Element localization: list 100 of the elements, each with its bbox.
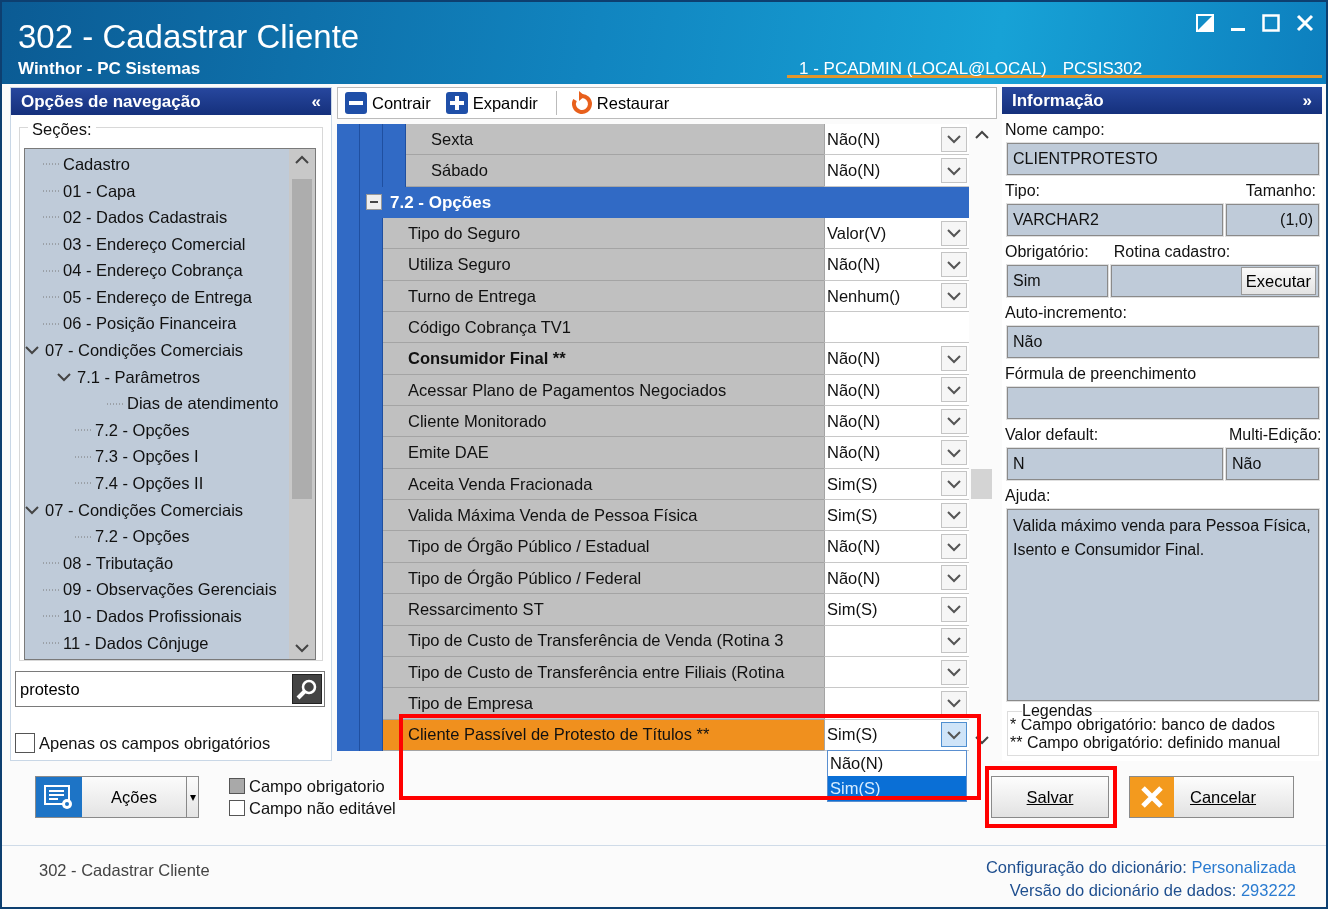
dropdown-button[interactable]	[941, 596, 967, 622]
dropdown-button[interactable]	[941, 502, 967, 528]
property-label[interactable]: Emite DAE	[383, 437, 824, 469]
theme-icon[interactable]	[1196, 14, 1214, 32]
dropdown-button[interactable]	[941, 534, 967, 560]
property-label[interactable]: Acessar Plano de Pagamentos Negociados	[383, 374, 824, 407]
property-label[interactable]: Turno de Entrega	[383, 280, 824, 313]
tree-item[interactable]: 08 - Tributação	[63, 550, 174, 576]
execute-button[interactable]: Executar	[1240, 267, 1316, 295]
property-label[interactable]: Tipo de Órgão Público / Estadual	[383, 531, 824, 563]
property-label[interactable]: Consumidor Final **	[383, 343, 824, 375]
tree-item[interactable]: 7.1 - Parâmetros	[77, 364, 200, 390]
expand-button[interactable]: Expandir	[444, 90, 548, 116]
value-cell[interactable]	[824, 312, 969, 344]
tree-item[interactable]: 04 - Endereço Cobrança	[63, 258, 243, 284]
expand-glyph[interactable]: »	[1302, 87, 1312, 114]
scroll-up-icon[interactable]	[974, 130, 989, 140]
scrollbar-thumb[interactable]	[971, 469, 992, 499]
cancel-button[interactable]: Cancelar	[1129, 776, 1294, 818]
tree-item[interactable]: 07 - Condições Comerciais	[45, 338, 244, 363]
property-label[interactable]: Ressarcimento ST	[383, 594, 824, 626]
chevron-down-icon[interactable]	[947, 541, 961, 552]
tree-item[interactable]: 7.2 - Opções	[95, 417, 190, 443]
property-label[interactable]: Tipo de Custo de Transferência de Venda (Rotina 3	[383, 625, 824, 657]
property-label[interactable]: Tipo de Órgão Público / Federal	[383, 562, 824, 595]
dropdown-button[interactable]	[941, 408, 967, 434]
property-label[interactable]: Código Cobrança TV1	[383, 312, 824, 344]
tree-item[interactable]: 07 - Condições Comerciais	[45, 497, 244, 523]
tree-item[interactable]: 03 - Endereço Comercial	[63, 231, 246, 257]
dropdown-button[interactable]	[941, 346, 967, 372]
scrollbar-thumb[interactable]	[292, 179, 312, 499]
search-button[interactable]	[292, 674, 322, 704]
chevron-down-icon[interactable]	[947, 290, 961, 301]
dropdown-button[interactable]	[941, 126, 967, 152]
save-button[interactable]: Salvar	[991, 776, 1109, 818]
tree-item[interactable]: 11 - Dados Cônjuge	[63, 630, 209, 656]
tree-item[interactable]: 05 - Endereço de Entrega	[63, 284, 252, 310]
dropdown-option[interactable]: Não(N)	[828, 750, 966, 776]
chevron-down-icon[interactable]	[947, 604, 961, 615]
scrollbar[interactable]	[289, 149, 315, 659]
chevron-down-icon[interactable]	[947, 667, 961, 677]
actions-label[interactable]: Ações	[82, 777, 186, 817]
chevron-down-icon[interactable]	[947, 228, 961, 239]
chevron-down-icon[interactable]	[947, 635, 961, 646]
dropdown-button[interactable]	[941, 440, 967, 466]
chevron-down-icon[interactable]	[947, 478, 961, 489]
expand-chevron-icon[interactable]	[57, 372, 71, 383]
chevron-down-icon[interactable]	[947, 573, 961, 583]
search-field[interactable]: protesto	[15, 671, 325, 707]
maximize-icon[interactable]	[1262, 14, 1280, 32]
property-label[interactable]: Tipo do Seguro	[383, 218, 824, 250]
expand-chevron-icon[interactable]	[25, 345, 39, 356]
chevron-down-icon[interactable]	[947, 416, 961, 427]
scroll-up-icon[interactable]	[295, 155, 309, 165]
collapse-button[interactable]: Contrair	[344, 90, 441, 116]
dropdown-button[interactable]	[941, 722, 967, 748]
tree-item[interactable]: 09 - Observações Gerenciais	[63, 577, 277, 603]
chevron-down-icon[interactable]	[947, 353, 961, 364]
chevron-down-icon[interactable]	[947, 729, 961, 740]
collapse-glyph[interactable]: «	[311, 88, 321, 115]
property-label[interactable]: Cliente Monitorado	[383, 406, 824, 438]
tree-item[interactable]: 7.2 - Opções	[95, 524, 190, 549]
tree-item[interactable]: Dias de atendimento	[127, 391, 279, 416]
checkbox[interactable]	[15, 733, 35, 754]
chevron-down-icon[interactable]	[947, 384, 961, 395]
chevron-down-icon[interactable]	[947, 447, 961, 458]
chevron-down-icon[interactable]	[947, 698, 961, 709]
dropdown-button[interactable]	[941, 377, 967, 403]
chevron-down-icon[interactable]	[947, 165, 961, 176]
chevron-down-icon[interactable]	[947, 259, 961, 270]
tree-item[interactable]: Cadastro	[63, 151, 130, 177]
chevron-down-icon[interactable]	[947, 134, 961, 145]
dropdown-button[interactable]	[941, 283, 967, 309]
restore-button[interactable]: Restaurar	[568, 90, 680, 116]
actions-button[interactable]: Ações ▾	[35, 776, 199, 818]
tree-item[interactable]: 10 - Dados Profissionais	[63, 604, 242, 629]
dropdown-button[interactable]	[941, 471, 967, 497]
close-icon[interactable]	[1296, 14, 1314, 32]
expand-chevron-icon[interactable]	[25, 505, 39, 515]
property-label[interactable]: Aceita Venda Fracionada	[383, 468, 824, 501]
property-label[interactable]: Sábado	[406, 155, 824, 187]
dropdown-button[interactable]	[941, 220, 967, 246]
collapse-toggle-icon[interactable]	[366, 194, 382, 211]
dropdown-button[interactable]	[941, 252, 967, 278]
dropdown-button[interactable]	[941, 158, 967, 183]
property-label[interactable]: Sexta	[406, 124, 824, 156]
property-label[interactable]: Cliente Passível de Protesto de Títulos **	[383, 719, 824, 751]
dropdown-button[interactable]	[941, 659, 967, 685]
property-label[interactable]: Utiliza Seguro	[383, 249, 824, 281]
tree-item[interactable]: 06 - Posição Financeira	[63, 311, 237, 337]
scroll-down-icon[interactable]	[974, 734, 989, 745]
chevron-down-icon[interactable]	[947, 510, 961, 521]
property-label[interactable]: Tipo de Custo de Transferência entre Filiais (Rotina	[383, 656, 824, 689]
tree-item[interactable]: 02 - Dados Cadastrais	[63, 205, 228, 230]
dropdown-button[interactable]	[941, 565, 967, 591]
tree-item[interactable]: 01 - Capa	[63, 178, 136, 204]
dropdown-button[interactable]	[941, 690, 967, 716]
tree-item[interactable]: 7.3 - Opções I	[95, 444, 199, 470]
property-label[interactable]: Valida Máxima Venda de Pessoa Física	[383, 500, 824, 532]
tree-item[interactable]: 7.4 - Opções II	[95, 471, 204, 496]
